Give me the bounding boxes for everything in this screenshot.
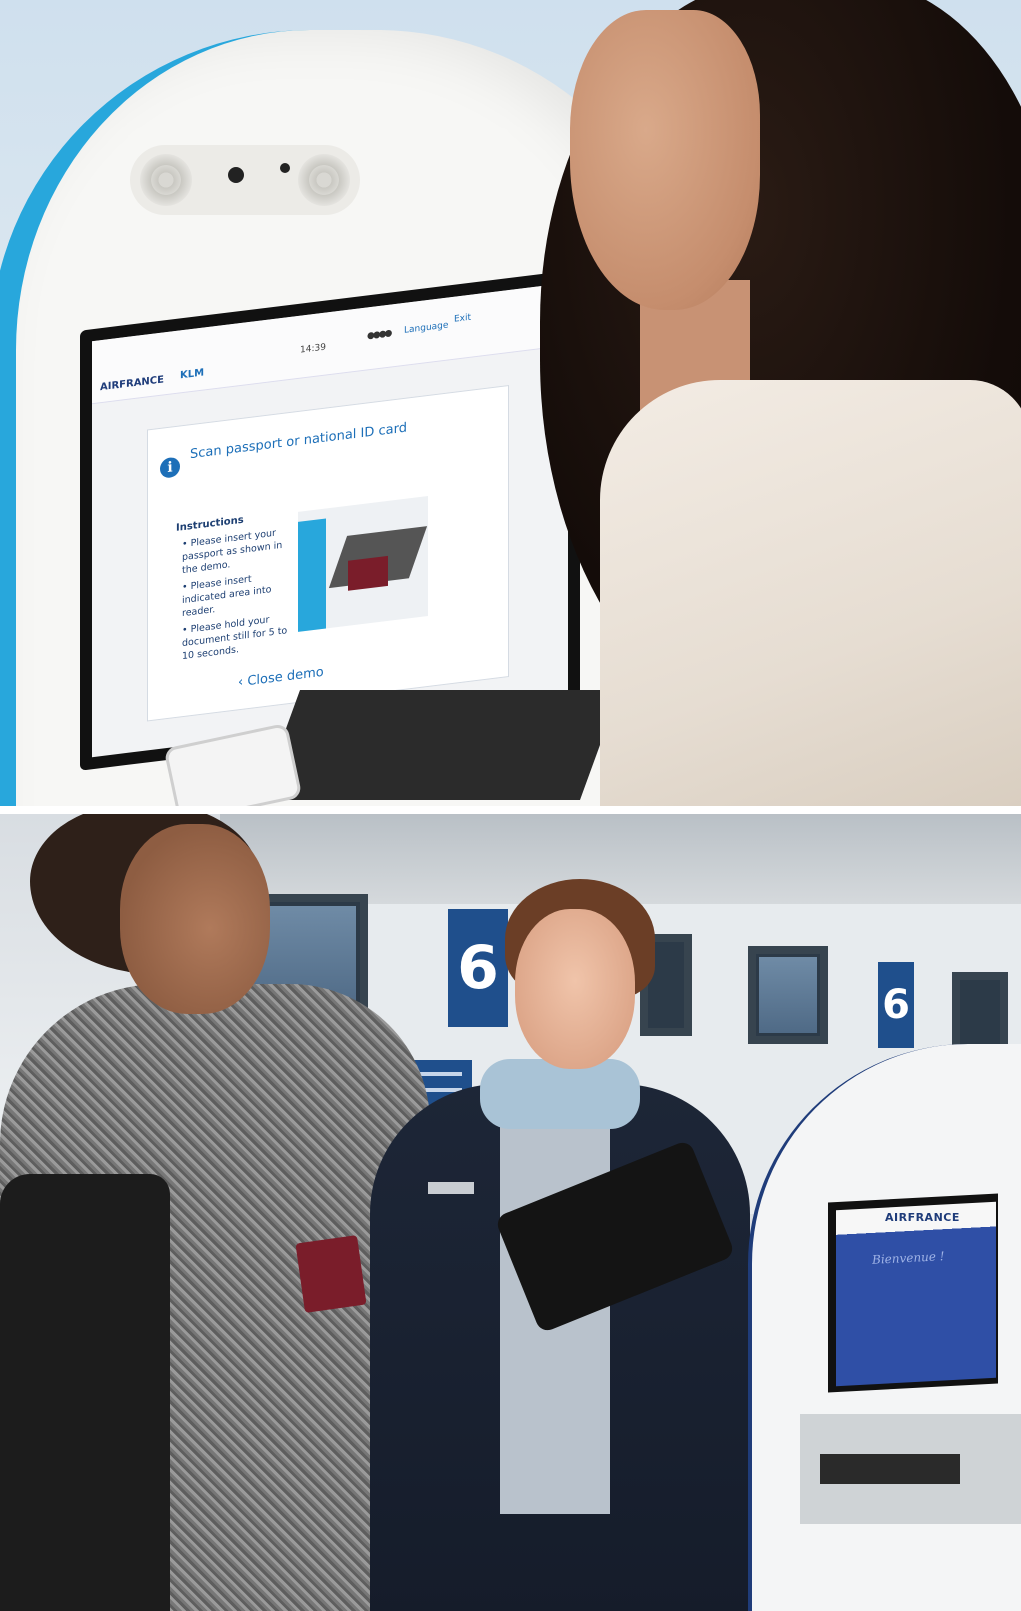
instruction-card: i Scan passport or national ID card Inst…: [147, 385, 509, 722]
traveller-face: [570, 10, 760, 310]
agent-face: [515, 909, 635, 1069]
info-icon: i: [160, 456, 180, 479]
document-reader: [259, 690, 621, 800]
kiosk-screen: AIRFRANCE KLM 14:39 ●●●● Language Exit i…: [92, 282, 568, 758]
photo-kiosk-passport-scan: AIRFRANCE KLM 14:39 ●●●● Language Exit i…: [0, 0, 1021, 806]
traveller-handbag: [0, 1174, 170, 1611]
screen-clock: 14:39: [300, 342, 326, 356]
airfrance-logo: AIRFRANCE: [100, 374, 164, 394]
photo-checkin-agent: 6 6 AIRFRANCE Bienvenue !: [0, 814, 1021, 1611]
kiosk-printer: [800, 1414, 1021, 1524]
close-demo-button[interactable]: ‹ Close demo: [238, 665, 324, 691]
agent-name-badge: [428, 1182, 474, 1194]
speaker-right: [298, 154, 350, 206]
scan-heading: Scan passport or national ID card: [190, 420, 407, 463]
kiosk-welcome-screen: [836, 1201, 996, 1387]
language-button[interactable]: Language: [404, 320, 448, 335]
agent-scarf: [480, 1059, 640, 1129]
counter-number-sign: 6: [878, 962, 914, 1048]
counter-number-sign: 6: [448, 909, 508, 1027]
instruction-item: • Please hold your document still for 5 …: [182, 614, 288, 663]
airfrance-logo: AIRFRANCE: [885, 1211, 960, 1224]
departure-monitor: [748, 946, 828, 1044]
camera-icon: [228, 167, 244, 183]
language-flags-icon[interactable]: ●●●●: [367, 329, 390, 342]
exit-button[interactable]: Exit: [454, 313, 471, 325]
traveller-face: [120, 824, 270, 1014]
traveller-blouse: [600, 380, 1021, 806]
speaker-left: [140, 154, 192, 206]
passport: [295, 1235, 367, 1313]
kiosk-sensor-bar: [130, 145, 360, 215]
klm-logo: KLM: [180, 367, 205, 382]
sensor-icon: [280, 163, 290, 173]
passport-demo-illustration: [298, 495, 428, 632]
